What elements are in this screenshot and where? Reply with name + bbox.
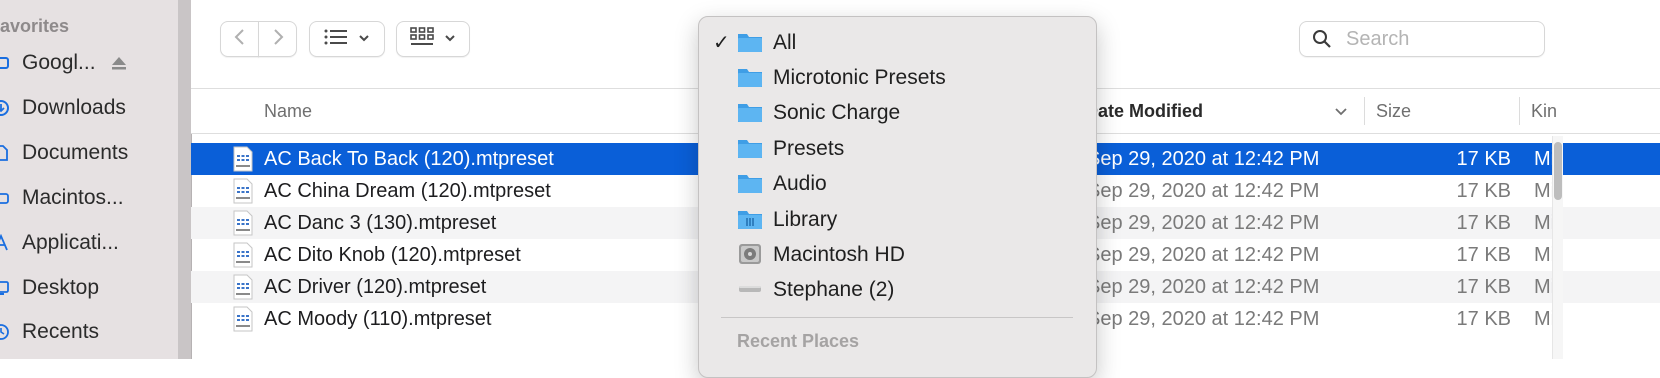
- sort-chevron-icon[interactable]: [1334, 105, 1348, 123]
- file-name: AC Danc 3 (130).mtpreset: [264, 211, 497, 234]
- file-date: Sep 29, 2020 at 12:42 PM: [1087, 275, 1320, 298]
- file-size: 17 KB: [1456, 179, 1511, 202]
- checkmark-icon: ✓: [713, 32, 730, 54]
- sidebar-item-label: Desktop: [22, 276, 100, 299]
- desktop-icon: [0, 279, 10, 297]
- file-size: 17 KB: [1456, 211, 1511, 234]
- downloads-icon: [0, 99, 10, 117]
- search-field[interactable]: [1299, 21, 1545, 57]
- column-kind[interactable]: Kin: [1531, 89, 1557, 133]
- file-name: AC Moody (110).mtpreset: [264, 307, 492, 330]
- preset-file-icon: [233, 178, 253, 204]
- sidebar-resize-divider[interactable]: [178, 0, 192, 359]
- sidebar-item-downloads[interactable]: Downloads: [0, 90, 126, 126]
- group-by-button[interactable]: [396, 21, 470, 57]
- document-icon: [0, 144, 10, 162]
- column-separator[interactable]: [1519, 97, 1520, 125]
- file-size: 17 KB: [1456, 307, 1511, 330]
- eject-icon[interactable]: [110, 54, 128, 78]
- sidebar-item-documents[interactable]: Documents: [0, 135, 128, 171]
- file-name: AC Driver (120).mtpreset: [264, 275, 487, 298]
- search-input[interactable]: [1344, 26, 1538, 52]
- scrollbar-thumb[interactable]: [1554, 142, 1562, 200]
- search-icon: [1312, 29, 1332, 49]
- file-date: Sep 29, 2020 at 12:42 PM: [1087, 243, 1320, 266]
- back-button[interactable]: [220, 21, 259, 57]
- chevron-left-icon: [233, 27, 247, 52]
- preset-file-icon: [233, 274, 253, 300]
- file-size: 17 KB: [1456, 275, 1511, 298]
- preset-file-icon: [233, 146, 253, 172]
- preset-file-icon: [233, 242, 253, 268]
- column-size[interactable]: Size: [1376, 89, 1411, 133]
- vertical-scrollbar[interactable]: [1552, 136, 1563, 359]
- folder-icon: [737, 30, 763, 54]
- sidebar-item-google-drive[interactable]: Googl...: [0, 45, 126, 81]
- menu-item-microtonic-presets[interactable]: Microtonic Presets: [699, 60, 1096, 95]
- folder-icon: [737, 65, 763, 89]
- applications-icon: [0, 234, 10, 252]
- sidebar-item-desktop[interactable]: Desktop: [0, 270, 99, 306]
- preset-file-icon: [233, 210, 253, 236]
- menu-divider: [721, 317, 1073, 318]
- file-date: Sep 29, 2020 at 12:42 PM: [1087, 147, 1320, 170]
- menu-item-label: All: [773, 30, 797, 54]
- sidebar-item-applications[interactable]: Applicati...: [0, 225, 119, 261]
- hard-drive-icon: [737, 242, 763, 266]
- file-date: Sep 29, 2020 at 12:42 PM: [1087, 179, 1320, 202]
- menu-item-label: Macintosh HD: [773, 242, 905, 266]
- file-name: AC Dito Knob (120).mtpreset: [264, 243, 521, 266]
- sidebar-item-macintosh[interactable]: Macintos...: [0, 180, 124, 216]
- menu-item-sonic-charge[interactable]: Sonic Charge: [699, 95, 1096, 130]
- folder-icon: [737, 171, 763, 195]
- menu-item-all[interactable]: ✓ All: [699, 25, 1096, 60]
- column-separator[interactable]: [1364, 97, 1365, 125]
- sidebar-item-label: Macintos...: [22, 186, 124, 209]
- sidebar: avorites Googl... Downloads Documents Ma…: [0, 0, 178, 359]
- menu-item-audio[interactable]: Audio: [699, 166, 1096, 201]
- preset-file-icon: [233, 306, 253, 332]
- file-name: AC Back To Back (120).mtpreset: [264, 147, 554, 170]
- location-popup-menu: ✓ All Microtonic Presets Sonic Charge Pr…: [698, 16, 1097, 378]
- chevron-down-icon: [358, 30, 370, 48]
- forward-button[interactable]: [258, 21, 297, 57]
- file-date: Sep 29, 2020 at 12:42 PM: [1087, 307, 1320, 330]
- column-name[interactable]: Name: [264, 89, 312, 133]
- file-date: Sep 29, 2020 at 12:42 PM: [1087, 211, 1320, 234]
- file-name: AC China Dream (120).mtpreset: [264, 179, 551, 202]
- list-view-icon: [324, 28, 348, 51]
- menu-section-header: Recent Places: [737, 331, 860, 351]
- sidebar-item-label: Downloads: [22, 96, 126, 119]
- sidebar-item-label: Recents: [22, 320, 100, 343]
- sidebar-section-header: avorites: [0, 16, 70, 36]
- menu-item-stephane[interactable]: Stephane (2): [699, 272, 1096, 307]
- menu-item-library[interactable]: Library: [699, 202, 1096, 237]
- sidebar-item-recents[interactable]: Recents: [0, 314, 99, 350]
- menu-item-label: Sonic Charge: [773, 100, 901, 124]
- chevron-right-icon: [271, 27, 285, 52]
- disk-icon: [0, 189, 10, 207]
- recents-icon: [0, 323, 10, 341]
- menu-item-presets[interactable]: Presets: [699, 131, 1096, 166]
- folder-icon: [737, 100, 763, 124]
- menu-item-macintosh-hd[interactable]: Macintosh HD: [699, 237, 1096, 272]
- sidebar-item-label: Googl...: [22, 51, 96, 74]
- library-folder-icon: [737, 207, 763, 231]
- file-size: 17 KB: [1456, 147, 1511, 170]
- menu-item-label: Microtonic Presets: [773, 65, 946, 89]
- column-date-modified[interactable]: Date Modified: [1085, 89, 1203, 133]
- folder-icon: [737, 136, 763, 160]
- menu-item-label: Stephane (2): [773, 277, 895, 301]
- file-size: 17 KB: [1456, 243, 1511, 266]
- menu-item-label: Presets: [773, 136, 845, 160]
- chevron-down-icon: [444, 30, 456, 48]
- external-drive-icon: [737, 277, 763, 301]
- view-mode-button[interactable]: [309, 21, 385, 57]
- menu-item-label: Library: [773, 207, 838, 231]
- sidebar-item-label: Documents: [22, 141, 129, 164]
- grid-view-icon: [410, 26, 434, 52]
- menu-item-label: Audio: [773, 171, 827, 195]
- drive-icon: [0, 54, 10, 72]
- sidebar-item-label: Applicati...: [22, 231, 119, 254]
